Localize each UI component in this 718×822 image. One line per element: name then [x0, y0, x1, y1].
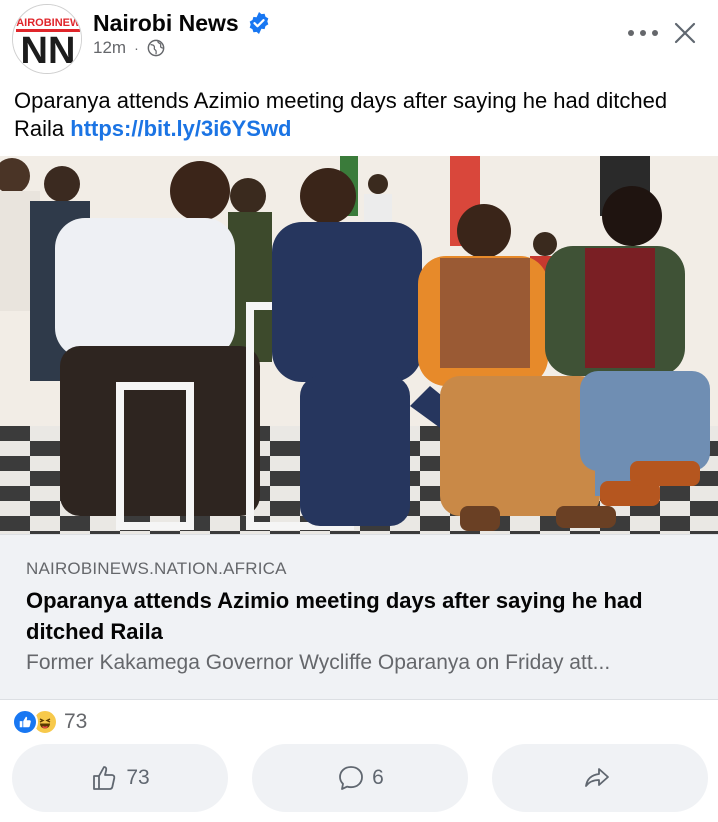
dot-icon: [652, 30, 658, 36]
link-preview[interactable]: NAIROBINEWS.NATION.AFRICA Oparanya atten…: [0, 534, 718, 700]
svg-text:NAIROBINEWS: NAIROBINEWS: [13, 17, 82, 29]
dot-icon: [628, 30, 634, 36]
globe-icon: [147, 39, 165, 57]
like-reaction-icon: [12, 709, 38, 735]
preview-description: Former Kakamega Governor Wycliffe Oparan…: [26, 651, 611, 674]
page-name[interactable]: Nairobi News: [93, 10, 239, 37]
close-icon[interactable]: [672, 20, 698, 46]
preview-title: Oparanya attends Azimio meeting days aft…: [26, 588, 643, 644]
preview-domain: NAIROBINEWS.NATION.AFRICA: [26, 559, 287, 578]
page-avatar[interactable]: NAIROBINEWS NN: [12, 4, 82, 74]
post-photo[interactable]: [0, 156, 718, 534]
comment-icon: [339, 766, 364, 790]
thumbs-up-icon: [93, 766, 116, 790]
meeting-photo: [0, 156, 718, 534]
post-link[interactable]: https://bit.ly/3i6YSwd: [70, 116, 291, 141]
action-bar: 73 6: [12, 744, 708, 812]
comment-count: 6: [372, 766, 384, 789]
post-time[interactable]: 12m: [93, 38, 126, 58]
reaction-count: 73: [64, 710, 88, 733]
meta-separator: ·: [134, 40, 139, 56]
like-count: 73: [126, 766, 150, 789]
svg-text:NN: NN: [21, 30, 76, 72]
comment-button[interactable]: 6: [252, 744, 468, 812]
nairobi-news-logo: NAIROBINEWS NN: [13, 5, 82, 73]
verified-badge-icon: [249, 12, 269, 34]
share-button[interactable]: [492, 744, 708, 812]
reactions-summary[interactable]: 73: [12, 707, 87, 737]
post-text: Oparanya attends Azimio meeting days aft…: [14, 87, 704, 143]
dot-icon: [640, 30, 646, 36]
share-arrow-icon: [585, 768, 609, 787]
post-header: NAIROBINEWS NN Nairobi News 12m ·: [0, 0, 718, 82]
more-options-button[interactable]: [628, 22, 658, 44]
post-meta: 12m ·: [93, 38, 165, 58]
like-button[interactable]: 73: [12, 744, 228, 812]
